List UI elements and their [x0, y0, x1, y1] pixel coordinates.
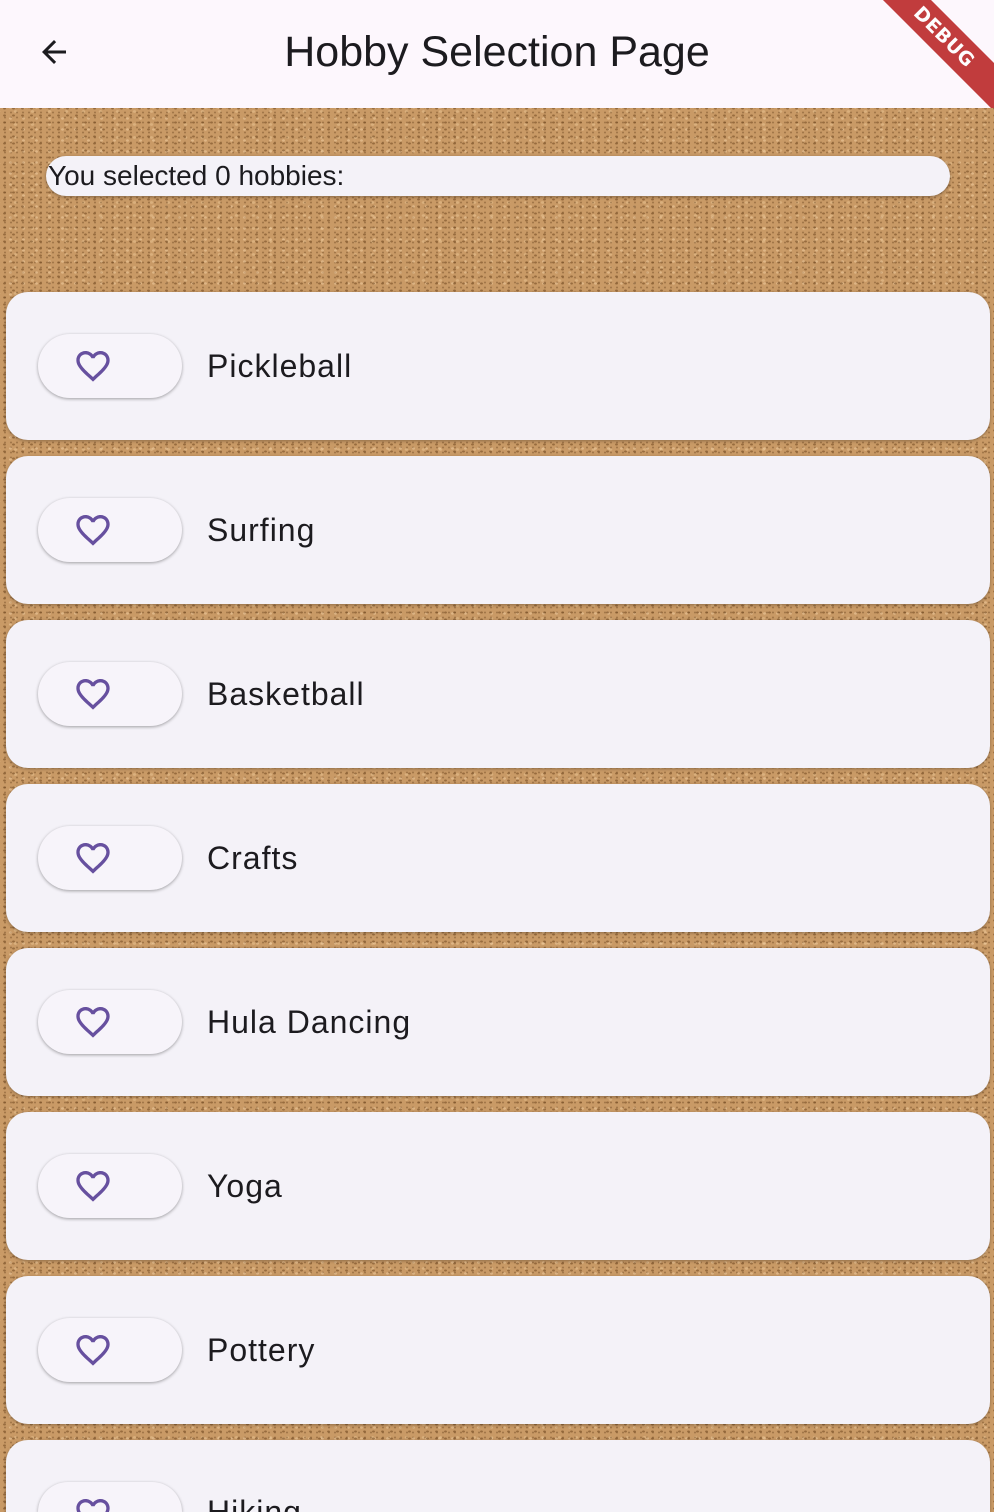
favorite-button[interactable]	[38, 1154, 182, 1218]
favorite-button[interactable]	[38, 1318, 182, 1382]
hobby-label: Pottery	[207, 1331, 316, 1368]
heart-outline-icon	[76, 1335, 110, 1366]
page-title: Hobby Selection Page	[284, 27, 710, 76]
favorite-button[interactable]	[38, 826, 182, 890]
hobby-card: Pickleball	[6, 292, 990, 440]
heart-outline-icon	[76, 1007, 110, 1038]
favorite-button[interactable]	[38, 662, 182, 726]
hobby-card: Crafts	[6, 784, 990, 932]
favorite-button[interactable]	[38, 334, 182, 398]
hobby-label: Basketball	[207, 675, 365, 712]
app-bar: Hobby Selection Page DEBUG	[0, 0, 994, 108]
hobby-label: Surfing	[207, 511, 316, 548]
hobby-label: Hula Dancing	[207, 1003, 412, 1040]
heart-outline-icon	[76, 1171, 110, 1202]
hobby-card: Yoga	[6, 1112, 990, 1260]
heart-outline-icon	[76, 843, 110, 874]
hobby-label: Crafts	[207, 839, 299, 876]
hobby-card: Surfing	[6, 456, 990, 604]
hobby-card: Hula Dancing	[6, 948, 990, 1096]
heart-outline-icon	[76, 351, 110, 382]
hobby-card: Basketball	[6, 620, 990, 768]
hobby-label: Hiking	[207, 1494, 302, 1512]
hobby-label: Pickleball	[207, 347, 353, 384]
selection-summary: You selected 0 hobbies:	[46, 156, 950, 196]
favorite-button[interactable]	[38, 990, 182, 1054]
hobby-card: Pottery	[6, 1276, 990, 1424]
heart-outline-icon	[76, 679, 110, 710]
heart-outline-icon	[76, 515, 110, 546]
hobby-label: Yoga	[207, 1167, 283, 1204]
favorite-button[interactable]	[38, 498, 182, 562]
heart-outline-icon	[76, 1499, 110, 1512]
favorite-button[interactable]	[38, 1482, 182, 1512]
hobby-card: Hiking	[6, 1440, 990, 1512]
